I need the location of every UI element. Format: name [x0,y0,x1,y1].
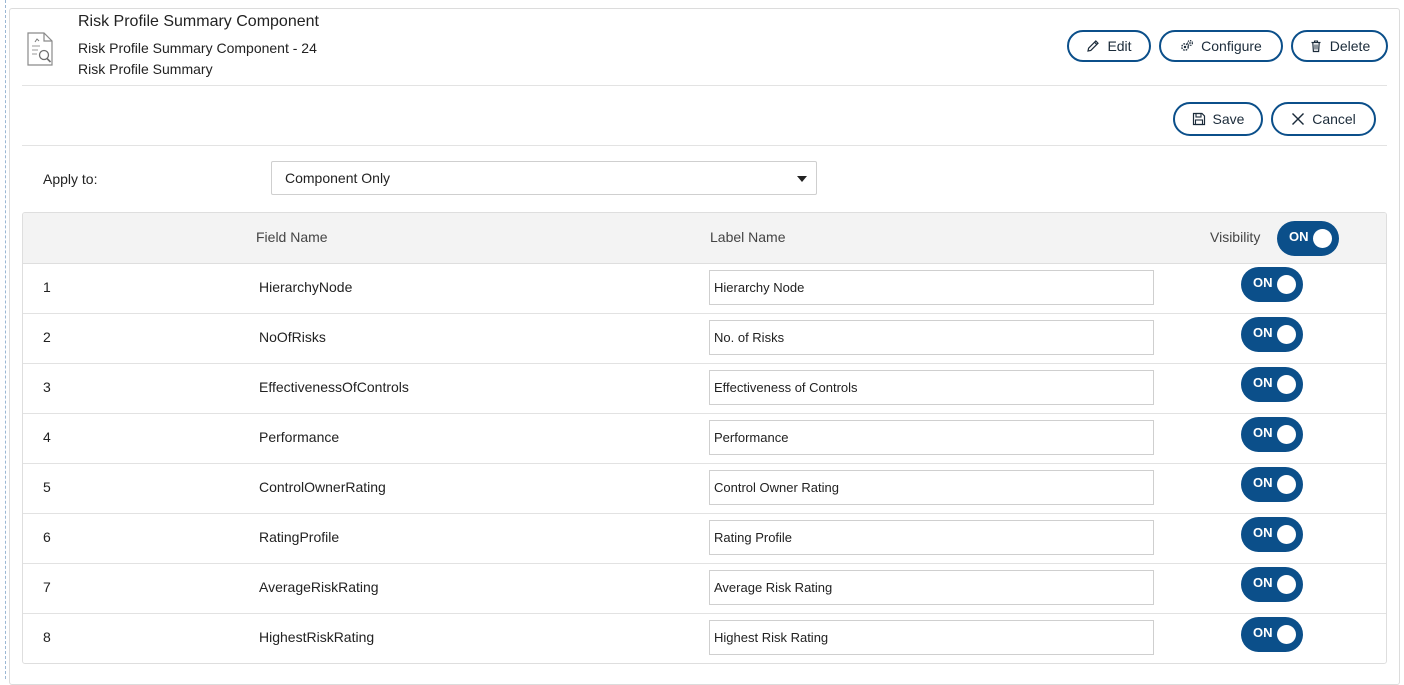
visibility-toggle[interactable]: ON [1241,367,1303,402]
toggle-state-label: ON [1253,475,1273,490]
component-title: Risk Profile Summary Component [78,13,319,30]
visibility-toggle[interactable]: ON [1241,567,1303,602]
column-header-label-name: Label Name [710,229,786,245]
label-name-input[interactable] [709,420,1154,455]
toggle-state-label: ON [1253,575,1273,590]
component-subtitle: Risk Profile Summary Component - 24 [78,40,317,56]
apply-to-select[interactable]: Component Only [271,161,817,195]
save-button-label: Save [1212,111,1245,127]
label-name-input[interactable] [709,520,1154,555]
field-name: AverageRiskRating [259,579,379,595]
edit-button-label: Edit [1107,38,1132,54]
toggle-state-label: ON [1253,625,1273,640]
table-row: 3 EffectivenessOfControls ON [23,363,1386,414]
visibility-toggle[interactable]: ON [1241,467,1303,502]
table-row: 8 HighestRiskRating ON [23,613,1386,663]
toggle-knob [1277,525,1296,544]
row-number: 2 [43,329,51,345]
field-name: RatingProfile [259,529,340,545]
visibility-toggle[interactable]: ON [1241,267,1303,302]
label-name-input[interactable] [709,320,1154,355]
toggle-state-label: ON [1253,375,1273,390]
pencil-icon [1087,40,1100,52]
component-type: Risk Profile Summary [78,61,213,77]
visibility-toggle[interactable]: ON [1241,617,1303,652]
field-name: NoOfRisks [259,329,326,345]
toolbar-divider [22,145,1387,146]
toggle-state-label: ON [1253,325,1273,340]
header-divider [22,85,1387,86]
toggle-knob [1277,425,1296,444]
table-header: Field Name Label Name Visibility ON [23,213,1386,264]
label-name-input[interactable] [709,570,1154,605]
delete-button-label: Delete [1329,38,1371,54]
row-number: 3 [43,379,51,395]
row-number: 8 [43,629,51,645]
toggle-knob [1277,325,1296,344]
component-header: Risk Profile Summary Component Risk Prof… [10,9,1399,85]
toggle-knob [1277,625,1296,644]
field-name: Performance [259,429,340,445]
apply-to-label: Apply to: [43,171,98,187]
visibility-toggle[interactable]: ON [1241,417,1303,452]
field-name: HighestRiskRating [259,629,375,645]
row-number: 6 [43,529,51,545]
configure-button[interactable]: Configure [1159,30,1283,62]
edit-button[interactable]: Edit [1067,30,1151,62]
toggle-knob [1277,375,1296,394]
apply-to-selected-value: Component Only [285,170,391,186]
toggle-state-label: ON [1289,229,1309,244]
toggle-state-label: ON [1253,425,1273,440]
cancel-button[interactable]: Cancel [1271,102,1376,136]
column-header-field-name: Field Name [256,229,328,245]
table-row: 4 Performance ON [23,413,1386,464]
save-button[interactable]: Save [1173,102,1263,136]
label-name-input[interactable] [709,370,1154,405]
row-number: 7 [43,579,51,595]
table-row: 7 AverageRiskRating ON [23,563,1386,614]
configure-button-label: Configure [1201,38,1262,54]
cancel-button-label: Cancel [1312,111,1356,127]
gears-icon [1181,39,1194,51]
left-guide-line [5,0,6,679]
report-chart-icon [27,32,53,66]
field-visibility-table: Field Name Label Name Visibility ON 1 Hi… [22,212,1387,664]
table-row: 5 ControlOwnerRating ON [23,463,1386,514]
visibility-toggle[interactable]: ON [1241,317,1303,352]
delete-button[interactable]: Delete [1291,30,1388,62]
caret-down-icon [797,176,807,182]
label-name-input[interactable] [709,620,1154,655]
field-name: HierarchyNode [259,279,353,295]
close-icon [1292,113,1305,125]
toggle-knob [1313,229,1332,248]
column-header-visibility: Visibility [1210,229,1261,245]
row-number: 1 [43,279,51,295]
field-name: ControlOwnerRating [259,479,386,495]
toggle-knob [1277,275,1296,294]
table-row: 1 HierarchyNode ON [23,263,1386,314]
toggle-state-label: ON [1253,525,1273,540]
toggle-knob [1277,575,1296,594]
visibility-toggle[interactable]: ON [1241,517,1303,552]
table-row: 2 NoOfRisks ON [23,313,1386,364]
trash-icon [1311,40,1321,53]
component-settings-panel: Risk Profile Summary Component Risk Prof… [9,8,1400,685]
toggle-knob [1277,475,1296,494]
row-number: 5 [43,479,51,495]
floppy-disk-icon [1192,112,1205,126]
toggle-state-label: ON [1253,275,1273,290]
table-row: 6 RatingProfile ON [23,513,1386,564]
row-number: 4 [43,429,51,445]
label-name-input[interactable] [709,270,1154,305]
visibility-all-toggle[interactable]: ON [1277,221,1339,256]
label-name-input[interactable] [709,470,1154,505]
field-name: EffectivenessOfControls [259,379,409,395]
